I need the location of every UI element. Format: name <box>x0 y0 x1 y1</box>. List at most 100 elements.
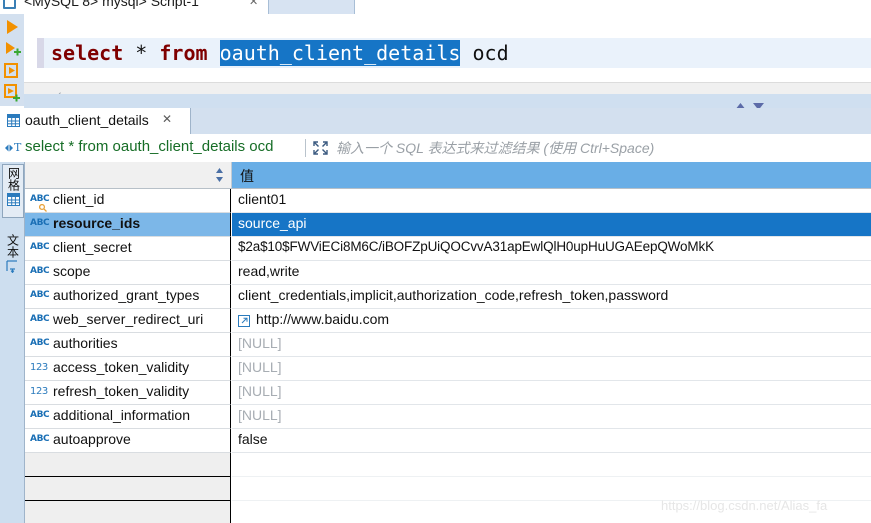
column-name: web_server_redirect_uri <box>53 311 204 327</box>
table-row[interactable]: 123 access_token_validity [NULL] <box>25 357 871 381</box>
grid-cell-column-name[interactable]: 123 access_token_validity <box>25 357 231 381</box>
table-row[interactable]: 123 refresh_token_validity [NULL] <box>25 381 871 405</box>
grid-header-name-column[interactable] <box>25 162 232 188</box>
sql-editor[interactable]: select * from oauth_client_details ocd <box>24 14 871 82</box>
cell-value[interactable]: false <box>238 431 268 447</box>
sql-keyword-select: select <box>51 41 124 65</box>
grid-cell-value[interactable]: false <box>232 429 871 453</box>
grid-cell-column-name[interactable]: ABC autoapprove <box>25 429 231 453</box>
collapse-down-icon[interactable] <box>753 98 764 110</box>
filter-placeholder[interactable]: 输入一个 SQL 表达式来过滤结果 (使用 Ctrl+Space) <box>336 138 654 158</box>
grid-header-value-column[interactable]: 值 <box>232 162 871 188</box>
grid-cell-value[interactable]: [NULL] <box>232 381 871 405</box>
column-name: client_id <box>53 191 105 207</box>
table-row[interactable]: ABC client_secret $2a$10$FWViECi8M6C/iBOFZ… <box>25 237 871 261</box>
grid-cell-column-name[interactable] <box>25 453 231 477</box>
sql-star-glyph: * <box>135 41 148 65</box>
external-link-icon[interactable] <box>238 315 250 327</box>
filter-query-text[interactable]: select * from oauth_client_details ocd <box>25 138 273 155</box>
table-row[interactable]: ABC additional_information [NULL] <box>25 405 871 429</box>
cell-value[interactable]: $2a$10$FWViECi8M6C/iBOFZpUiQOCvvA31apEwl… <box>238 239 714 254</box>
grid-header-value-label: 值 <box>240 168 254 184</box>
column-type-icon: ABC <box>30 410 50 420</box>
grid-cell-column-name[interactable]: ABC client_secret <box>25 237 231 261</box>
grid-cell-column-name[interactable]: ABC authorized_grant_types <box>25 285 231 309</box>
sql-text-icon[interactable]: T <box>5 140 23 156</box>
cell-value[interactable]: source_api <box>238 215 307 231</box>
sql-keyword-from: from <box>159 41 208 65</box>
sql-table-alias: ocd <box>472 41 509 65</box>
table-row[interactable]: ABC autoapprove false <box>25 429 871 453</box>
execute-statement-new-tab-icon[interactable] <box>3 40 21 58</box>
cell-value[interactable]: [NULL] <box>238 335 282 351</box>
sort-arrows-icon[interactable] <box>215 167 224 183</box>
result-grid[interactable]: 值 ABC client_id client01 ABC resource_ids sou… <box>25 162 871 523</box>
grid-cell-column-name[interactable]: ABC client_id <box>25 189 231 213</box>
maximize-icon[interactable] <box>312 140 329 156</box>
cell-value[interactable]: client_credentials,implicit,authorizatio… <box>238 287 668 303</box>
editor-tab-close-icon[interactable]: ✕ <box>249 0 258 8</box>
column-type-icon: ABC <box>30 266 50 276</box>
column-name: refresh_token_validity <box>53 383 190 399</box>
cell-value[interactable]: [NULL] <box>238 407 282 423</box>
column-name: client_secret <box>53 239 132 255</box>
column-name: authorities <box>53 335 118 351</box>
grid-cell-value[interactable]: source_api <box>232 213 871 237</box>
cell-value[interactable]: client01 <box>238 191 286 207</box>
grid-cell-value[interactable] <box>232 453 871 477</box>
cell-value[interactable]: http://www.baidu.com <box>256 311 389 327</box>
column-name: resource_ids <box>53 215 141 231</box>
cell-value[interactable]: [NULL] <box>238 359 282 375</box>
primary-key-icon <box>38 200 47 212</box>
table-row[interactable]: ABC authorized_grant_types client_credenti… <box>25 285 871 309</box>
collapse-up-icon[interactable] <box>735 98 746 110</box>
filter-divider <box>305 139 306 157</box>
column-type-icon: 123 <box>30 362 48 373</box>
grid-icon <box>7 114 20 127</box>
grid-cell-value[interactable]: read,write <box>232 261 871 285</box>
execute-script-new-tab-icon[interactable] <box>3 84 21 102</box>
grid-cell-value[interactable]: [NULL] <box>232 357 871 381</box>
presentation-text-label: 文本 <box>5 234 20 258</box>
watermark: https://blog.csdn.net/Alias_fa <box>661 498 828 513</box>
text-icon <box>5 260 19 274</box>
table-row[interactable]: ABC client_id client01 <box>25 189 871 213</box>
grid-cell-column-name[interactable]: ABC resource_ids <box>25 213 231 237</box>
result-tab[interactable]: oauth_client_details ✕ <box>0 108 191 135</box>
column-name: autoapprove <box>53 431 131 447</box>
script-tab-icon <box>2 0 18 10</box>
grid-cell-column-name[interactable]: ABC authorities <box>25 333 231 357</box>
svg-text:T: T <box>14 141 22 154</box>
grid-cell-column-name[interactable]: 123 refresh_token_validity <box>25 381 231 405</box>
grid-cell-value[interactable]: client_credentials,implicit,authorizatio… <box>232 285 871 309</box>
cell-value[interactable]: read,write <box>238 263 299 279</box>
sql-statement[interactable]: select * from oauth_client_details ocd <box>51 39 509 67</box>
grid-cell-column-name[interactable]: ABC web_server_redirect_uri <box>25 309 231 333</box>
grid-cell-column-name[interactable] <box>25 501 231 523</box>
editor-tab-label[interactable]: <MySQL 8> mysql> Script-1 <box>24 0 199 9</box>
table-row[interactable]: ABC resource_ids source_api <box>25 213 871 237</box>
presentation-rail: 网格 文本 <box>0 162 25 523</box>
execute-script-icon[interactable] <box>3 62 21 80</box>
result-tab-close-icon[interactable]: ✕ <box>162 112 172 126</box>
table-row[interactable]: ABC web_server_redirect_uri http://www.bai… <box>25 309 871 333</box>
grid-cell-column-name[interactable]: ABC additional_information <box>25 405 231 429</box>
execute-statement-icon[interactable] <box>3 18 21 36</box>
grid-cell-column-name[interactable]: ABC scope <box>25 261 231 285</box>
inactive-tab-slot[interactable] <box>268 0 355 14</box>
grid-cell-value[interactable]: http://www.baidu.com <box>232 309 871 333</box>
table-row-empty[interactable] <box>25 453 871 477</box>
editor-tab-strip: <MySQL 8> mysql> Script-1 ✕ <box>0 0 871 14</box>
table-row[interactable]: ABC authorities [NULL] <box>25 333 871 357</box>
grid-cell-value[interactable]: client01 <box>232 189 871 213</box>
grid-cell-value[interactable]: [NULL] <box>232 405 871 429</box>
presentation-grid-button[interactable]: 网格 <box>2 164 24 218</box>
grid-cell-column-name[interactable] <box>25 477 231 501</box>
grid-cell-value[interactable]: [NULL] <box>232 333 871 357</box>
cell-value[interactable]: [NULL] <box>238 383 282 399</box>
presentation-text-button[interactable]: 文本 <box>2 232 22 284</box>
table-row[interactable]: ABC scope read,write <box>25 261 871 285</box>
grid-cell-value[interactable]: $2a$10$FWViECi8M6C/iBOFZpUiQOCvvA31apEwl… <box>232 237 871 261</box>
column-type-icon: 123 <box>30 386 48 397</box>
sql-selected-table[interactable]: oauth_client_details <box>219 40 461 66</box>
